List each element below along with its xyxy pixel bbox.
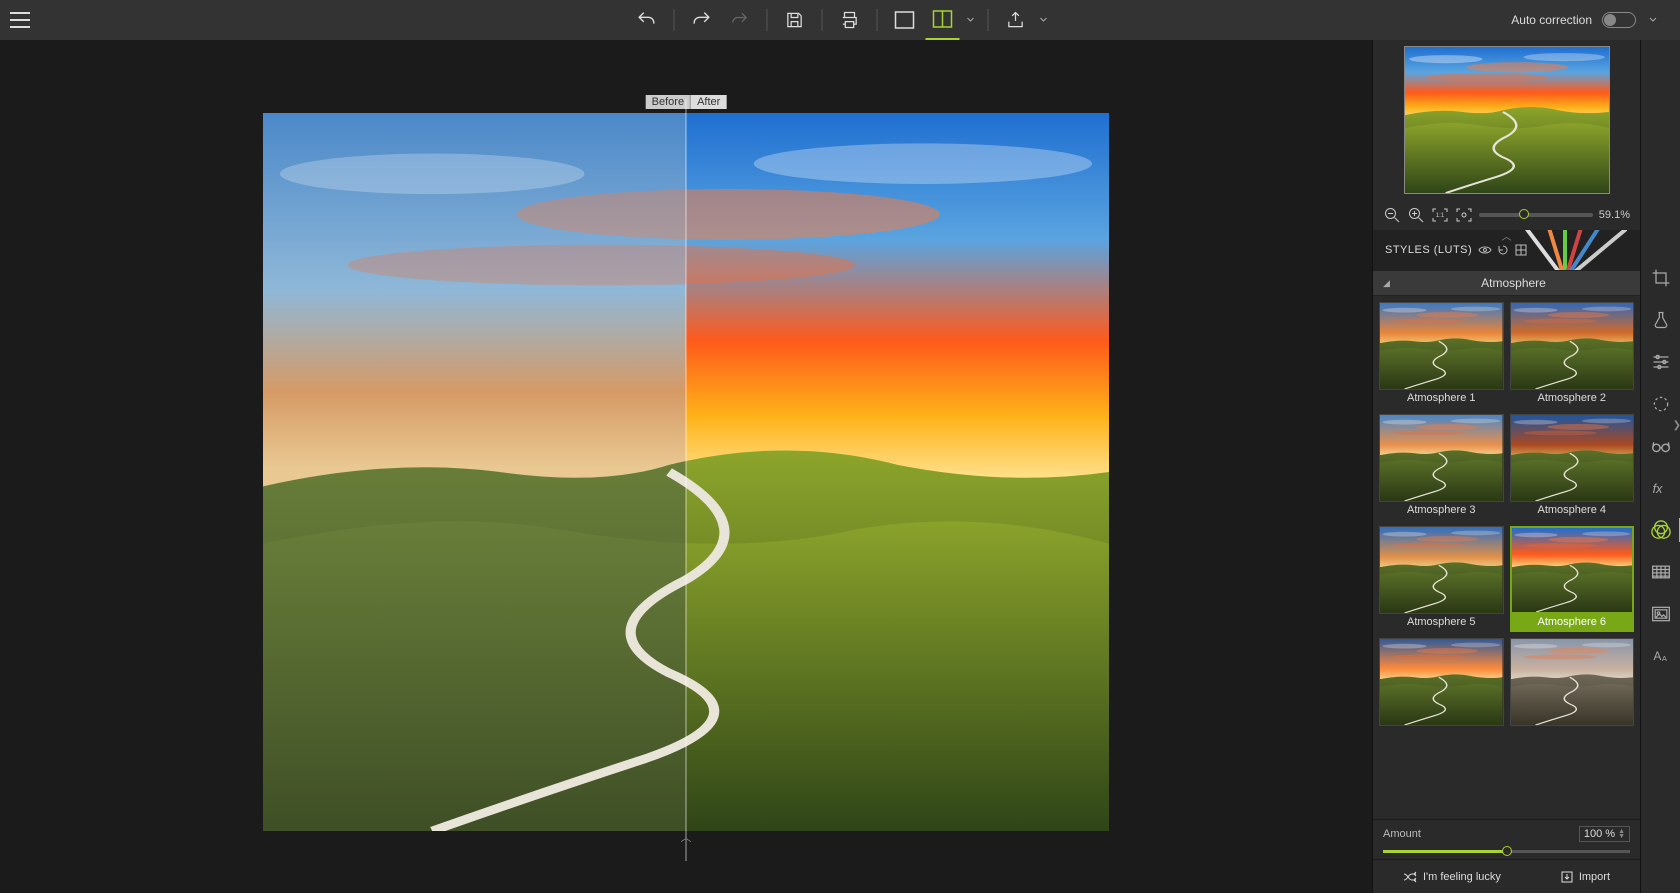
auto-correction-toggle[interactable]	[1602, 12, 1636, 28]
eye-icon[interactable]	[1478, 243, 1492, 257]
separator	[877, 9, 878, 31]
share-dropdown[interactable]	[1037, 17, 1051, 23]
view-mode-dropdown[interactable]	[964, 17, 978, 23]
separator	[674, 9, 675, 31]
split-view-button[interactable]	[926, 0, 960, 40]
lucky-button[interactable]: I'm feeling lucky	[1403, 871, 1501, 883]
amount-slider[interactable]	[1383, 850, 1630, 853]
zoom-fit-icon[interactable]: 1:1	[1431, 206, 1449, 224]
zoom-out-icon[interactable]	[1383, 206, 1401, 224]
texture-tool[interactable]	[1641, 554, 1680, 590]
amount-label: Amount	[1383, 828, 1421, 840]
print-button[interactable]	[833, 0, 867, 40]
svg-text:A: A	[1661, 654, 1666, 663]
before-label: Before	[646, 95, 691, 109]
preset-label: Atmosphere 5	[1379, 614, 1504, 632]
preset-2[interactable]: Atmosphere 2	[1510, 302, 1635, 408]
svg-text:fx: fx	[1652, 482, 1662, 496]
single-view-button[interactable]	[888, 0, 922, 40]
expand-panel-icon[interactable]: ︿	[681, 829, 692, 845]
amount-value: 100 %	[1584, 828, 1615, 840]
menu-button[interactable]	[0, 0, 40, 40]
chemistry-tool[interactable]	[1641, 302, 1680, 338]
canvas-area[interactable]: Before After	[0, 40, 1372, 893]
preset-7[interactable]	[1379, 638, 1504, 732]
save-button[interactable]	[778, 0, 812, 40]
sliders-tool[interactable]	[1641, 344, 1680, 380]
collapse-icon: ◢	[1383, 278, 1397, 289]
strip-expand-icon[interactable]: ❯	[1673, 420, 1680, 431]
preset-label: Atmosphere 1	[1379, 390, 1504, 408]
mask-tool[interactable]	[1641, 386, 1680, 422]
tool-strip: fx AA ❯	[1640, 40, 1680, 893]
preset-6[interactable]: Atmosphere 6	[1510, 526, 1635, 632]
after-label: After	[691, 95, 726, 109]
redo-button[interactable]	[685, 0, 719, 40]
preset-label	[1510, 726, 1635, 732]
svg-text:A: A	[1653, 650, 1661, 663]
category-name: Atmosphere	[1397, 276, 1630, 290]
spinner-icon[interactable]: ▲▼	[1618, 829, 1625, 839]
styles-panel-title: STYLES (LUTS)	[1373, 244, 1472, 256]
right-panel: 1:1 59.1% ︿ STYLES (LUTS)	[1372, 40, 1640, 893]
glasses-tool[interactable]	[1641, 428, 1680, 464]
zoom-value: 59.1%	[1599, 209, 1630, 221]
main-toolbar: Auto correction	[0, 0, 1680, 40]
split-divider[interactable]	[686, 99, 687, 861]
zoom-100-icon[interactable]	[1455, 206, 1473, 224]
styles-panel-header: ︿ STYLES (LUTS)	[1373, 230, 1640, 270]
preset-label: Atmosphere 4	[1510, 502, 1635, 520]
separator	[767, 9, 768, 31]
crop-tool[interactable]	[1641, 260, 1680, 296]
frame-tool[interactable]	[1641, 596, 1680, 632]
share-button[interactable]	[999, 0, 1033, 40]
preset-grid: Atmosphere 1 Atmosphere 2 Atmosphere 3 Atmo…	[1373, 296, 1640, 819]
preset-4[interactable]: Atmosphere 4	[1510, 414, 1635, 520]
amount-value-box[interactable]: 100 % ▲▼	[1579, 826, 1630, 842]
grid-icon[interactable]	[1514, 243, 1528, 257]
auto-correction-dropdown[interactable]	[1646, 17, 1660, 23]
navigator-preview[interactable]	[1373, 40, 1640, 200]
preset-5[interactable]: Atmosphere 5	[1379, 526, 1504, 632]
fx-tool[interactable]: fx	[1641, 470, 1680, 506]
preset-1[interactable]: Atmosphere 1	[1379, 302, 1504, 408]
text-tool[interactable]: AA	[1641, 638, 1680, 674]
preset-label: Atmosphere 3	[1379, 502, 1504, 520]
zoom-slider[interactable]	[1479, 213, 1593, 217]
preset-label: Atmosphere 2	[1510, 390, 1635, 408]
reset-icon[interactable]	[1496, 243, 1510, 257]
preset-label	[1379, 726, 1504, 732]
zoom-in-icon[interactable]	[1407, 206, 1425, 224]
venn-tool[interactable]	[1641, 512, 1680, 548]
zoom-controls: 1:1 59.1%	[1373, 200, 1640, 230]
redo-alt-button[interactable]	[723, 0, 757, 40]
import-button[interactable]: Import	[1561, 871, 1610, 883]
separator	[822, 9, 823, 31]
category-header[interactable]: ◢ Atmosphere	[1373, 270, 1640, 296]
svg-text:1:1: 1:1	[1436, 213, 1445, 219]
auto-correction-label: Auto correction	[1511, 13, 1592, 27]
import-label: Import	[1579, 871, 1610, 883]
preset-3[interactable]: Atmosphere 3	[1379, 414, 1504, 520]
lucky-label: I'm feeling lucky	[1423, 871, 1501, 883]
separator	[988, 9, 989, 31]
preset-8[interactable]	[1510, 638, 1635, 732]
preset-label: Atmosphere 6	[1510, 614, 1635, 632]
amount-row: Amount 100 % ▲▼	[1373, 819, 1640, 859]
undo-button[interactable]	[630, 0, 664, 40]
